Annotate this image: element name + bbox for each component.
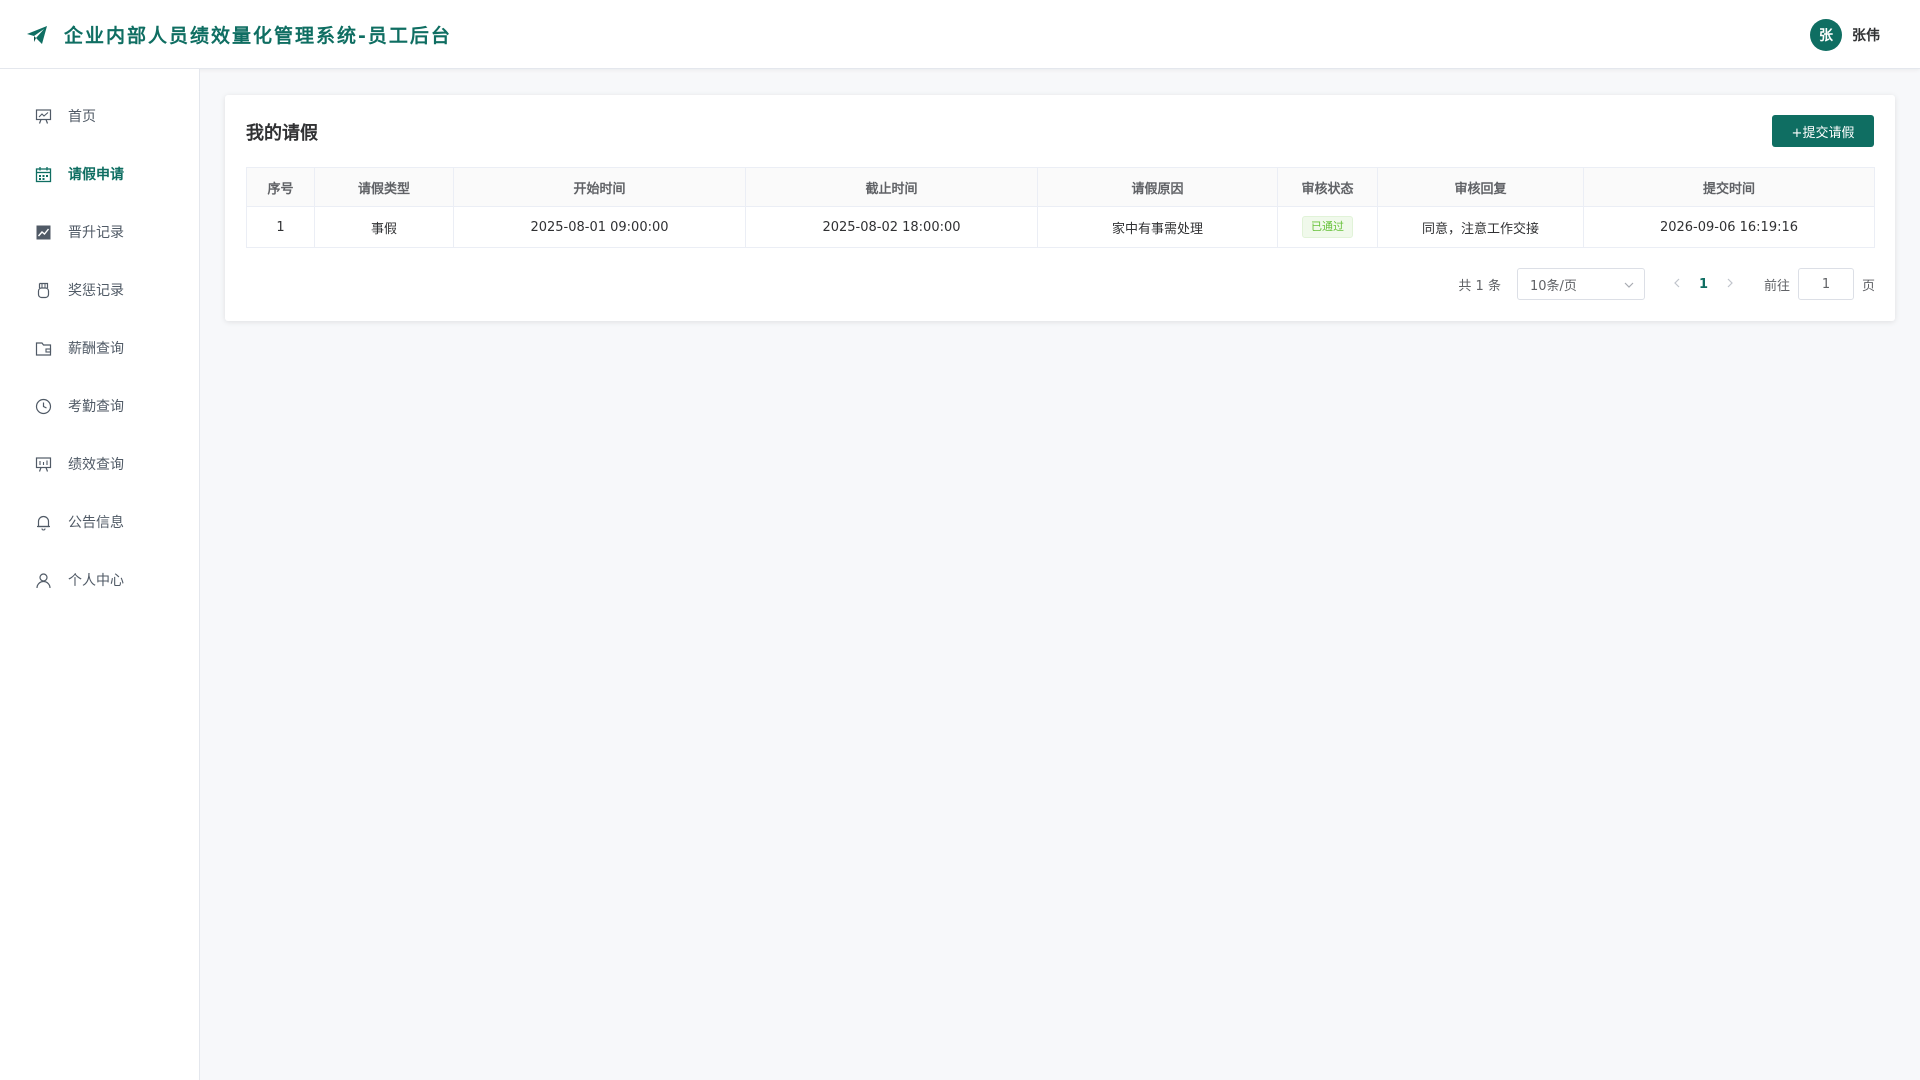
sidebar-item-promotion[interactable]: 晋升记录 xyxy=(0,203,199,261)
cell-start: 2025-08-01 09:00:00 xyxy=(453,206,746,248)
leave-card: 我的请假 +提交请假 序号 请假类型 开始时间 截止时间 请假原因 审核状态 审… xyxy=(225,95,1895,321)
sidebar-nav: 首页 请假申请 晋升记录 奖惩记录 薪酬查询 考勤查询 绩效查询 公告信息 个人… xyxy=(0,69,200,1080)
next-page-button[interactable] xyxy=(1720,276,1740,292)
leave-table: 序号 请假类型 开始时间 截止时间 请假原因 审核状态 审核回复 提交时间 1 … xyxy=(246,167,1875,248)
pagination: 共 1 条 10条/页 1 前往 页 xyxy=(1458,268,1875,300)
paper-plane-icon xyxy=(25,23,49,47)
cell-reason: 家中有事需处理 xyxy=(1037,206,1278,248)
trend-chart-icon xyxy=(35,224,52,241)
user-menu[interactable]: 张 张伟 xyxy=(1810,19,1880,51)
page-size-select[interactable]: 10条/页 xyxy=(1516,268,1645,300)
medal-icon xyxy=(35,282,52,299)
cell-index: 1 xyxy=(246,206,315,248)
cell-status: 已通过 xyxy=(1277,206,1378,248)
sidebar-item-label: 晋升记录 xyxy=(68,225,124,241)
page-number-current[interactable]: 1 xyxy=(1687,277,1720,292)
data-board-icon xyxy=(35,456,52,473)
column-header: 开始时间 xyxy=(453,167,746,207)
calendar-icon xyxy=(35,166,52,183)
page-suffix-label: 页 xyxy=(1861,278,1875,294)
sidebar-item-performance[interactable]: 绩效查询 xyxy=(0,435,199,493)
column-header: 提交时间 xyxy=(1583,167,1875,207)
cell-type: 事假 xyxy=(314,206,454,248)
column-header: 审核状态 xyxy=(1277,167,1378,207)
sidebar-item-profile[interactable]: 个人中心 xyxy=(0,551,199,609)
sidebar-item-notice[interactable]: 公告信息 xyxy=(0,493,199,551)
goto-label: 前往 xyxy=(1763,278,1790,294)
sidebar-item-label: 考勤查询 xyxy=(68,399,124,415)
page-size-value: 10条/页 xyxy=(1529,278,1577,294)
sidebar-item-label: 奖惩记录 xyxy=(68,283,124,299)
page-title: 我的请假 xyxy=(246,123,318,144)
cell-reply: 同意，注意工作交接 xyxy=(1377,206,1584,248)
table-header-row: 序号 请假类型 开始时间 截止时间 请假原因 审核状态 审核回复 提交时间 xyxy=(246,167,1875,207)
sidebar-item-label: 请假申请 xyxy=(68,167,124,183)
prev-page-button[interactable] xyxy=(1667,276,1687,292)
clock-icon xyxy=(35,398,52,415)
sidebar-item-leave[interactable]: 请假申请 xyxy=(0,145,199,203)
app-title: 企业内部人员绩效量化管理系统-员工后台 xyxy=(64,25,452,47)
sidebar-item-label: 首页 xyxy=(68,109,96,125)
username[interactable]: 张伟 xyxy=(1852,25,1880,45)
column-header: 序号 xyxy=(246,167,315,207)
user-icon xyxy=(35,572,52,589)
presentation-icon xyxy=(35,108,52,125)
column-header: 请假原因 xyxy=(1037,167,1278,207)
pagination-total: 共 1 条 xyxy=(1458,278,1501,294)
cell-submitted: 2026-09-06 16:19:16 xyxy=(1583,206,1875,248)
avatar[interactable]: 张 xyxy=(1810,19,1842,51)
sidebar-item-label: 个人中心 xyxy=(68,573,124,589)
sidebar-item-reward[interactable]: 奖惩记录 xyxy=(0,261,199,319)
table-row[interactable]: 1 事假 2025-08-01 09:00:00 2025-08-02 18:0… xyxy=(246,206,1875,248)
cell-end: 2025-08-02 18:00:00 xyxy=(745,206,1038,248)
column-header: 截止时间 xyxy=(745,167,1038,207)
bell-icon xyxy=(35,514,52,531)
sidebar-item-label: 公告信息 xyxy=(68,515,124,531)
chevron-down-icon xyxy=(1624,277,1634,292)
column-header: 请假类型 xyxy=(314,167,454,207)
sidebar-item-salary[interactable]: 薪酬查询 xyxy=(0,319,199,377)
column-header: 审核回复 xyxy=(1377,167,1584,207)
submit-leave-button[interactable]: +提交请假 xyxy=(1772,115,1874,147)
sidebar-item-home[interactable]: 首页 xyxy=(0,87,199,145)
status-badge: 已通过 xyxy=(1302,216,1353,238)
goto-page-input[interactable] xyxy=(1797,268,1854,300)
sidebar-item-label: 薪酬查询 xyxy=(68,341,124,357)
top-header: 企业内部人员绩效量化管理系统-员工后台 张 张伟 xyxy=(0,0,1920,69)
sidebar-item-label: 绩效查询 xyxy=(68,457,124,473)
sidebar-item-attendance[interactable]: 考勤查询 xyxy=(0,377,199,435)
wallet-icon xyxy=(35,340,52,357)
